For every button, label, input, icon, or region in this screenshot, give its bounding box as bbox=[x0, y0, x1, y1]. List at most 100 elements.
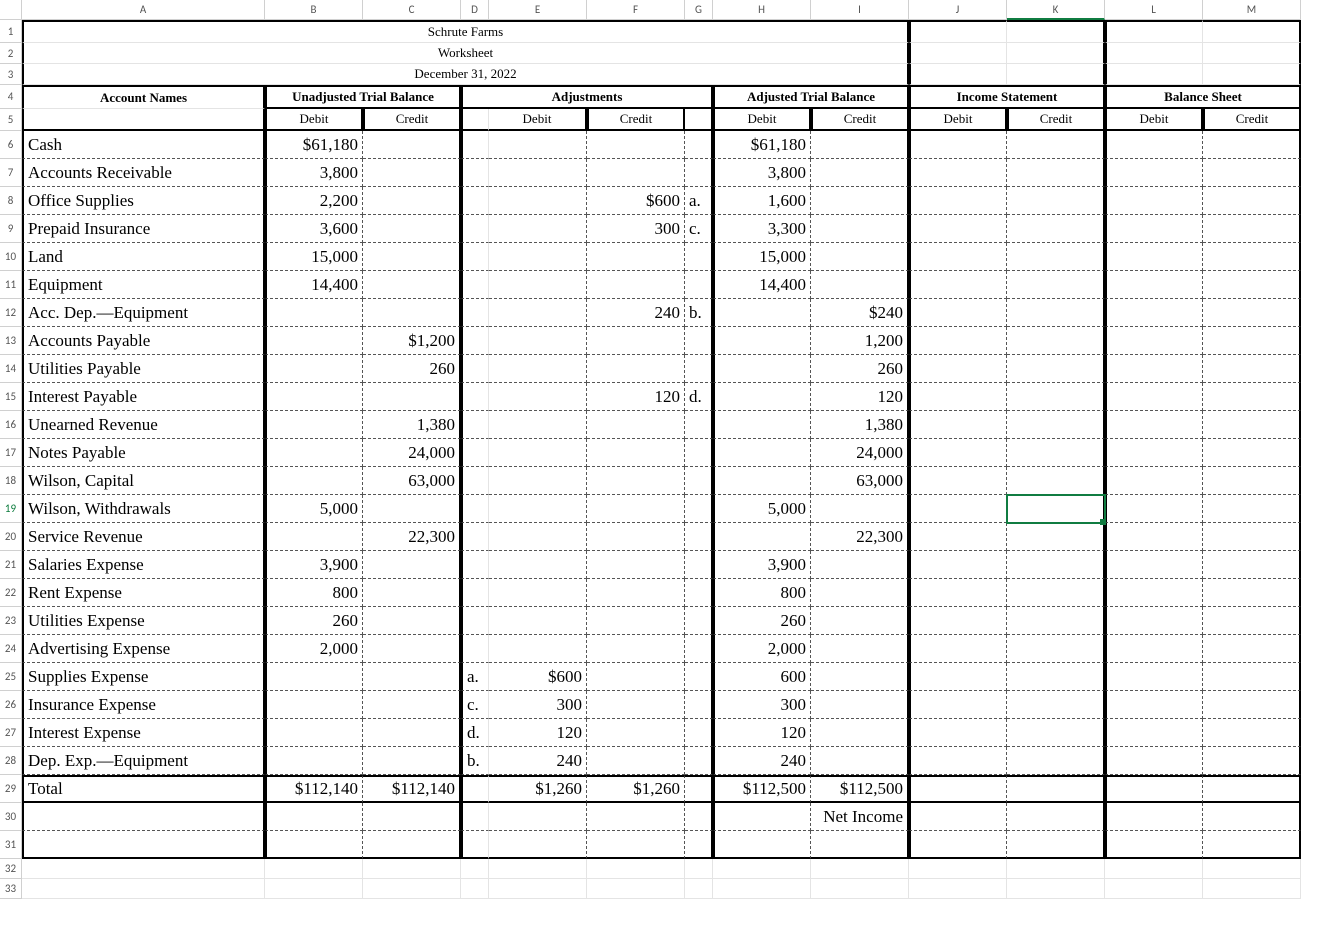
adjtb-debit-18[interactable] bbox=[713, 467, 811, 495]
is-debit-27[interactable] bbox=[909, 719, 1007, 747]
cell-K2[interactable] bbox=[1007, 43, 1105, 64]
account-name-14[interactable]: Utilities Payable bbox=[22, 355, 265, 383]
cell-J31[interactable] bbox=[909, 831, 1007, 859]
col-header-M[interactable]: M bbox=[1203, 0, 1301, 20]
adjtb-debit-12[interactable] bbox=[713, 299, 811, 327]
bs-debit-20[interactable] bbox=[1105, 523, 1203, 551]
adjtb-debit-27[interactable]: 120 bbox=[713, 719, 811, 747]
unadj-credit-6[interactable] bbox=[363, 131, 461, 159]
adj-credit-28[interactable] bbox=[587, 747, 685, 775]
row-header-6[interactable]: 6 bbox=[0, 131, 22, 159]
bs-debit-10[interactable] bbox=[1105, 243, 1203, 271]
adj-key-left-6[interactable] bbox=[461, 131, 489, 159]
adjtb-credit-17[interactable]: 24,000 bbox=[811, 439, 909, 467]
bs-credit-24[interactable] bbox=[1203, 635, 1301, 663]
adjtb-credit-15[interactable]: 120 bbox=[811, 383, 909, 411]
adj-debit-27[interactable]: 120 bbox=[489, 719, 587, 747]
bs-debit-21[interactable] bbox=[1105, 551, 1203, 579]
bs-credit-11[interactable] bbox=[1203, 271, 1301, 299]
is-debit-19[interactable] bbox=[909, 495, 1007, 523]
total-adj-key-r[interactable] bbox=[685, 775, 713, 803]
adj-key-left-18[interactable] bbox=[461, 467, 489, 495]
adjtb-debit-9[interactable]: 3,300 bbox=[713, 215, 811, 243]
row-header-13[interactable]: 13 bbox=[0, 327, 22, 355]
adj-debit-17[interactable] bbox=[489, 439, 587, 467]
adj-debit-26[interactable]: 300 bbox=[489, 691, 587, 719]
unadj-debit-16[interactable] bbox=[265, 411, 363, 439]
adj-credit-26[interactable] bbox=[587, 691, 685, 719]
is-debit-22[interactable] bbox=[909, 579, 1007, 607]
adj-debit-20[interactable] bbox=[489, 523, 587, 551]
cell-M1[interactable] bbox=[1203, 20, 1301, 43]
unadj-credit-21[interactable] bbox=[363, 551, 461, 579]
unadj-credit-16[interactable]: 1,380 bbox=[363, 411, 461, 439]
adjtb-credit-16[interactable]: 1,380 bbox=[811, 411, 909, 439]
adj-debit-18[interactable] bbox=[489, 467, 587, 495]
adjtb-credit-13[interactable]: 1,200 bbox=[811, 327, 909, 355]
cell-M3[interactable] bbox=[1203, 64, 1301, 85]
row-header-33[interactable]: 33 bbox=[0, 879, 22, 899]
unadj-debit-13[interactable] bbox=[265, 327, 363, 355]
unadj-debit-27[interactable] bbox=[265, 719, 363, 747]
total-bs-debit[interactable] bbox=[1105, 775, 1203, 803]
cell-B31[interactable] bbox=[265, 831, 363, 859]
adjtb-debit-26[interactable]: 300 bbox=[713, 691, 811, 719]
adj-key-left-24[interactable] bbox=[461, 635, 489, 663]
adj-credit-11[interactable] bbox=[587, 271, 685, 299]
account-name-10[interactable]: Land bbox=[22, 243, 265, 271]
adj-key-left-7[interactable] bbox=[461, 159, 489, 187]
col-header-J[interactable]: J bbox=[909, 0, 1007, 20]
is-credit-22[interactable] bbox=[1007, 579, 1105, 607]
account-name-9[interactable]: Prepaid Insurance bbox=[22, 215, 265, 243]
adj-key-right-8[interactable]: a. bbox=[685, 187, 713, 215]
unadj-debit-11[interactable]: 14,400 bbox=[265, 271, 363, 299]
total-label[interactable]: Total bbox=[22, 775, 265, 803]
adj-key-right-28[interactable] bbox=[685, 747, 713, 775]
adjtb-credit-24[interactable] bbox=[811, 635, 909, 663]
adjtb-debit-11[interactable]: 14,400 bbox=[713, 271, 811, 299]
adj-key-right-16[interactable] bbox=[685, 411, 713, 439]
bs-credit-22[interactable] bbox=[1203, 579, 1301, 607]
unadj-credit-11[interactable] bbox=[363, 271, 461, 299]
adj-key-left-12[interactable] bbox=[461, 299, 489, 327]
is-credit-11[interactable] bbox=[1007, 271, 1105, 299]
adj-key-right-23[interactable] bbox=[685, 607, 713, 635]
account-name-17[interactable]: Notes Payable bbox=[22, 439, 265, 467]
bs-debit-23[interactable] bbox=[1105, 607, 1203, 635]
cell-K33[interactable] bbox=[1007, 879, 1105, 899]
row-header-18[interactable]: 18 bbox=[0, 467, 22, 495]
adj-credit-23[interactable] bbox=[587, 607, 685, 635]
adj-key-right-13[interactable] bbox=[685, 327, 713, 355]
col-header-I[interactable]: I bbox=[811, 0, 909, 20]
is-credit-7[interactable] bbox=[1007, 159, 1105, 187]
bs-debit-17[interactable] bbox=[1105, 439, 1203, 467]
cell-F30[interactable] bbox=[587, 803, 685, 831]
bs-debit-25[interactable] bbox=[1105, 663, 1203, 691]
unadj-debit-9[interactable]: 3,600 bbox=[265, 215, 363, 243]
account-name-27[interactable]: Interest Expense bbox=[22, 719, 265, 747]
total-is-debit[interactable] bbox=[909, 775, 1007, 803]
cell-J33[interactable] bbox=[909, 879, 1007, 899]
unadj-credit-28[interactable] bbox=[363, 747, 461, 775]
adjtb-credit-10[interactable] bbox=[811, 243, 909, 271]
adjtb-credit-23[interactable] bbox=[811, 607, 909, 635]
bs-debit-24[interactable] bbox=[1105, 635, 1203, 663]
adj-key-right-22[interactable] bbox=[685, 579, 713, 607]
adj-key-left-23[interactable] bbox=[461, 607, 489, 635]
cell-G30[interactable] bbox=[685, 803, 713, 831]
adj-credit-20[interactable] bbox=[587, 523, 685, 551]
unadj-debit-24[interactable]: 2,000 bbox=[265, 635, 363, 663]
total-bs-credit[interactable] bbox=[1203, 775, 1301, 803]
adj-debit-11[interactable] bbox=[489, 271, 587, 299]
col-header-D[interactable]: D bbox=[461, 0, 489, 20]
bs-credit-10[interactable] bbox=[1203, 243, 1301, 271]
total-adjtb-credit[interactable]: $112,500 bbox=[811, 775, 909, 803]
adj-key-right-26[interactable] bbox=[685, 691, 713, 719]
cell-C30[interactable] bbox=[363, 803, 461, 831]
cell-F33[interactable] bbox=[587, 879, 685, 899]
adjtb-debit-8[interactable]: 1,600 bbox=[713, 187, 811, 215]
adj-key-right-6[interactable] bbox=[685, 131, 713, 159]
is-debit-24[interactable] bbox=[909, 635, 1007, 663]
cell-M30[interactable] bbox=[1203, 803, 1301, 831]
adj-key-left-13[interactable] bbox=[461, 327, 489, 355]
